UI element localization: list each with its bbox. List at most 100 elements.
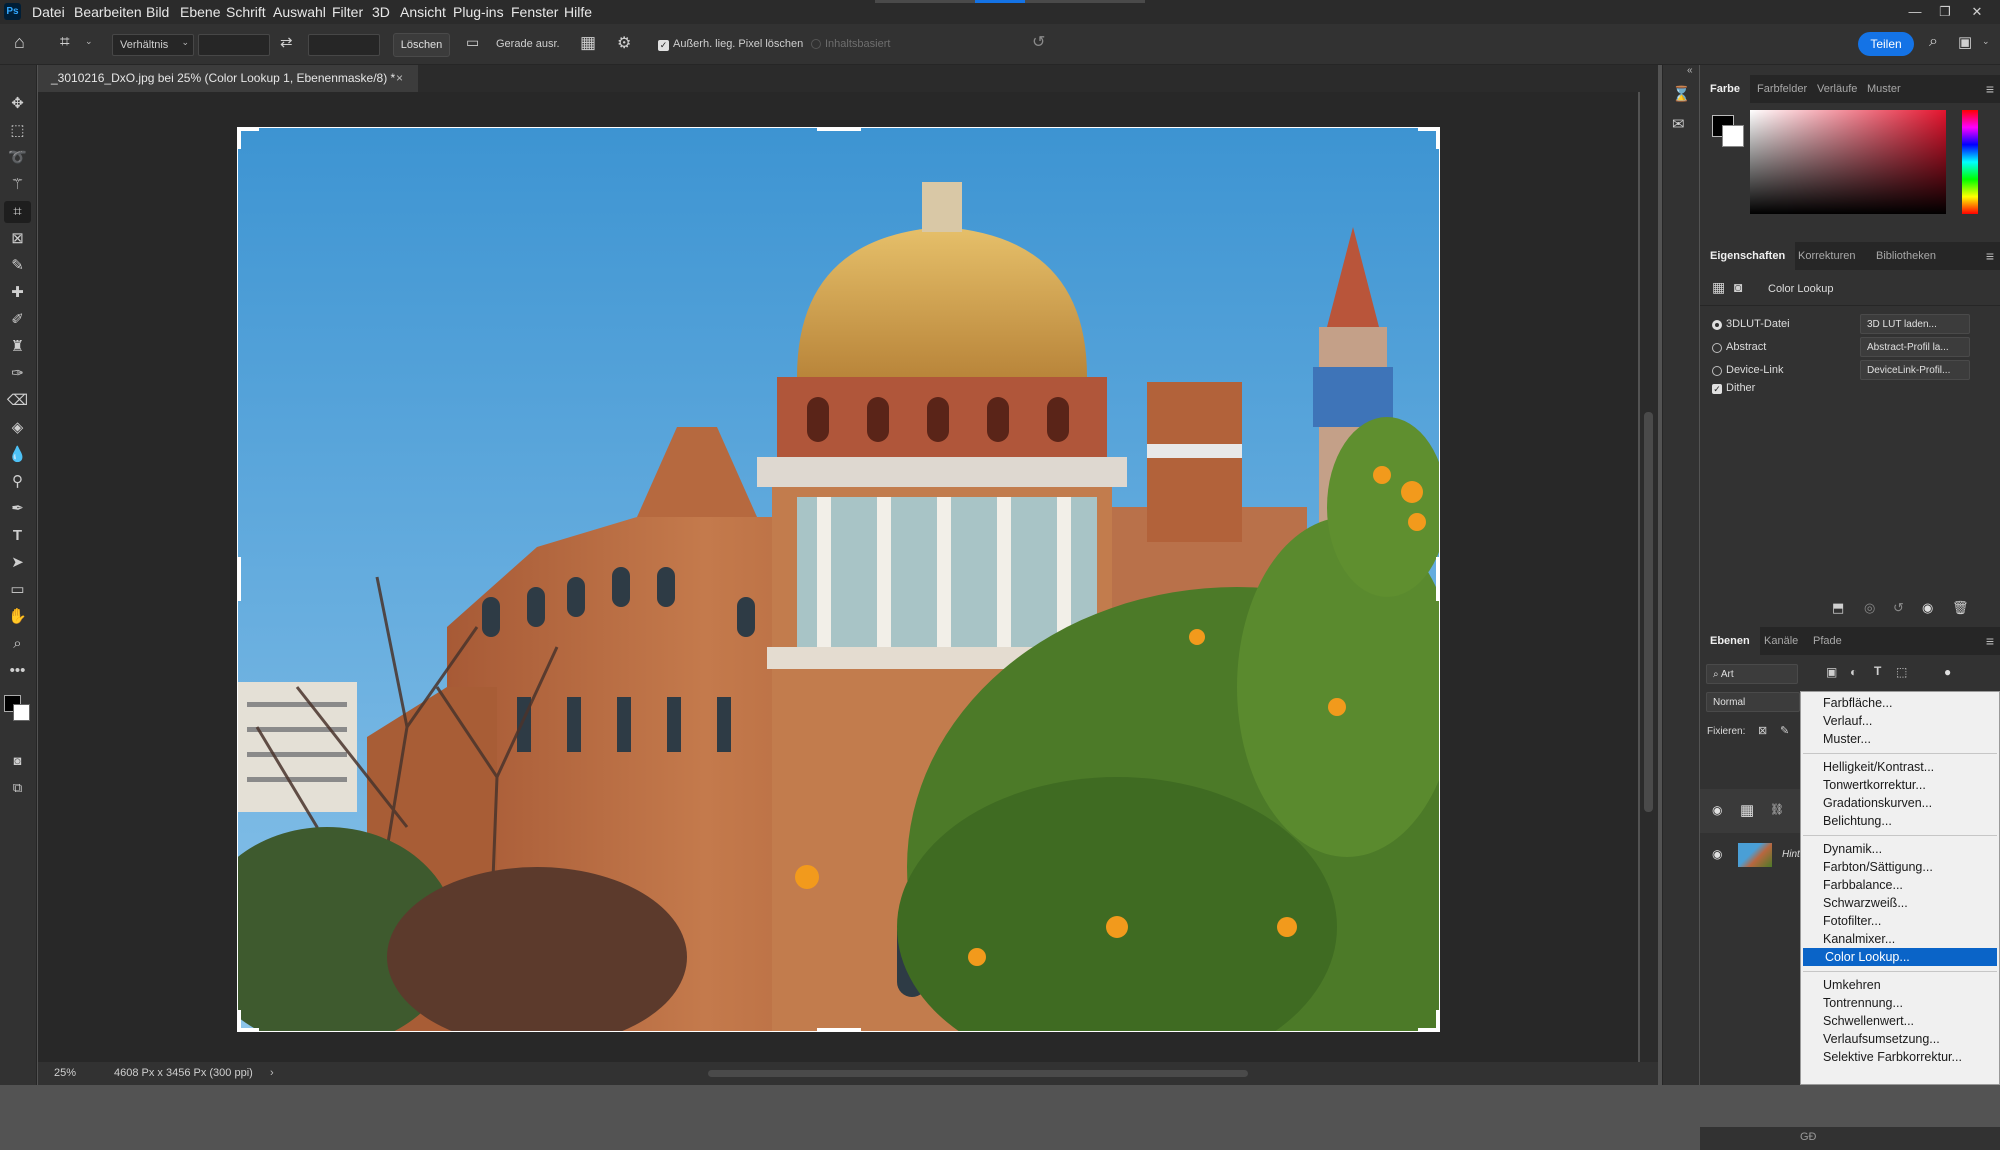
lock-brush-icon[interactable]: ✎ — [1780, 724, 1789, 737]
menu-item-muster[interactable]: Muster... — [1801, 730, 1997, 748]
crop-tool-icon[interactable]: ⌗ — [4, 201, 31, 223]
document-tab[interactable]: _3010216_DxO.jpg bei 25% (Color Lookup 1… — [38, 65, 418, 92]
menu-item-farbflaeche[interactable]: Farbfläche... — [1801, 694, 1997, 712]
height-input[interactable] — [308, 34, 380, 56]
clear-button[interactable]: Löschen — [393, 33, 450, 57]
menu-auswahl[interactable]: Auswahl — [273, 0, 326, 24]
marquee-tool-icon[interactable]: ⬚ — [4, 120, 31, 142]
tab-farbfelder[interactable]: Farbfelder — [1757, 75, 1807, 103]
menu-plugins[interactable]: Plug-ins — [453, 0, 504, 24]
menu-3d[interactable]: 3D — [372, 0, 390, 24]
gear-icon[interactable]: ⚙ — [617, 33, 631, 53]
panel-menu-icon[interactable]: ≡ — [1986, 248, 1994, 264]
minimize-icon[interactable]: — — [1900, 0, 1930, 24]
visibility-eye-icon[interactable]: ◉ — [1712, 847, 1728, 863]
menu-datei[interactable]: Datei — [32, 0, 65, 24]
type-tool-icon[interactable]: T — [4, 525, 31, 547]
chevron-down-icon[interactable]: ⌄ — [1982, 36, 1990, 47]
collapse-icon[interactable]: « — [1687, 65, 1693, 76]
healing-brush-icon[interactable]: ✚ — [4, 282, 31, 304]
blur-tool-icon[interactable]: 💧 — [4, 444, 31, 466]
search-icon[interactable]: ⌕ — [1929, 33, 1938, 51]
tab-eigenschaften[interactable]: Eigenschaften — [1700, 242, 1796, 270]
menu-bild[interactable]: Bild — [146, 0, 169, 24]
background-color-swatch[interactable] — [1722, 125, 1744, 147]
chevron-down-icon[interactable]: ⌄ — [85, 36, 93, 47]
comment-icon[interactable]: ✉ — [1672, 115, 1685, 133]
screen-mode-icon[interactable]: ⧉ — [4, 777, 31, 799]
menu-item-color-lookup[interactable]: Color Lookup... — [1803, 948, 1997, 966]
more-tools-icon[interactable]: ••• — [4, 660, 31, 682]
restore-icon[interactable]: ❐ — [1930, 0, 1960, 24]
panel-menu-icon[interactable]: ≡ — [1986, 633, 1994, 649]
menu-hilfe[interactable]: Hilfe — [564, 0, 592, 24]
brush-tool-icon[interactable]: ✐ — [4, 309, 31, 331]
color-field[interactable] — [1750, 110, 1946, 214]
workspace-icon[interactable]: ▣ — [1958, 33, 1972, 51]
ratio-select[interactable]: Verhältnis ⌄ — [112, 34, 194, 56]
menu-item-gradationskurven[interactable]: Gradationskurven... — [1801, 794, 1997, 812]
eyedropper-icon[interactable]: ✎ — [4, 255, 31, 277]
history-brush-icon[interactable]: ✑ — [4, 363, 31, 385]
close-tab-icon[interactable]: × — [396, 65, 403, 92]
tab-kanaele[interactable]: Kanäle — [1764, 627, 1798, 655]
eraser-icon[interactable]: ⌫ — [4, 390, 31, 412]
crop-handle-left[interactable] — [237, 557, 241, 601]
tab-bibliotheken[interactable]: Bibliotheken — [1876, 242, 1936, 270]
menu-item-belichtung[interactable]: Belichtung... — [1801, 812, 1997, 830]
horizontal-scrollbar[interactable] — [708, 1070, 1248, 1077]
hue-slider[interactable] — [1962, 110, 1978, 214]
visibility-eye-icon[interactable]: ◉ — [1712, 803, 1728, 819]
home-icon[interactable]: ⌂ — [14, 32, 25, 53]
width-input[interactable] — [198, 34, 270, 56]
radio-3dlut[interactable] — [1712, 320, 1722, 330]
zoom-tool-icon[interactable]: ⌕ — [4, 633, 31, 655]
crop-tool-icon[interactable]: ⌗ — [60, 32, 70, 52]
path-selection-icon[interactable]: ➤ — [4, 552, 31, 574]
menu-item-kanalmixer[interactable]: Kanalmixer... — [1801, 930, 1997, 948]
reset-icon[interactable]: ↺ — [1032, 32, 1045, 52]
menu-item-umkehren[interactable]: Umkehren — [1801, 976, 1997, 994]
dodge-tool-icon[interactable]: ⚲ — [4, 471, 31, 493]
filter-toggle-icon[interactable]: ● — [1944, 665, 1951, 679]
tab-pfade[interactable]: Pfade — [1813, 627, 1842, 655]
link-icon[interactable]: ⛓ — [1770, 803, 1784, 816]
crop-frame[interactable] — [237, 127, 1440, 1032]
filter-type-icon[interactable]: T — [1874, 664, 1881, 678]
menu-item-fotofilter[interactable]: Fotofilter... — [1801, 912, 1997, 930]
filter-shape-icon[interactable]: ⬚ — [1896, 665, 1907, 679]
layer-filter-select[interactable]: ⌕ Art — [1706, 664, 1798, 684]
radio-abstract[interactable] — [1712, 343, 1722, 353]
menu-ebene[interactable]: Ebene — [180, 0, 220, 24]
menu-item-tonwertkorrektur[interactable]: Tonwertkorrektur... — [1801, 776, 1997, 794]
move-tool-icon[interactable]: ✥ — [4, 93, 31, 115]
menu-item-verlaufsumsetzung[interactable]: Verlaufsumsetzung... — [1801, 1030, 1997, 1048]
swap-icon[interactable]: ⇄ — [280, 33, 293, 51]
paint-bucket-icon[interactable]: ◈ — [4, 417, 31, 439]
menu-item-farbbalance[interactable]: Farbbalance... — [1801, 876, 1997, 894]
menu-item-helligkeit-kontrast[interactable]: Helligkeit/Kontrast... — [1801, 758, 1997, 776]
tab-ebenen[interactable]: Ebenen — [1700, 627, 1760, 655]
share-button[interactable]: Teilen — [1858, 32, 1914, 56]
straighten-button[interactable]: Gerade ausr. — [496, 34, 560, 54]
lock-pixels-icon[interactable]: ⊠ — [1758, 724, 1767, 737]
link-layers-icon[interactable]: GÐ — [1800, 1131, 1817, 1143]
crop-handle-top-right-v[interactable] — [1436, 127, 1440, 149]
view-previous-icon[interactable]: ◎ — [1864, 600, 1875, 616]
scrollbar-thumb[interactable] — [1644, 412, 1653, 812]
select-abstract[interactable]: Abstract-Profil la... — [1860, 337, 1970, 357]
crop-handle-top[interactable] — [817, 127, 861, 131]
tab-farbe[interactable]: Farbe — [1700, 75, 1750, 103]
vertical-scrollbar[interactable] — [1640, 92, 1658, 1062]
menu-fenster[interactable]: Fenster — [511, 0, 558, 24]
frame-tool-icon[interactable]: ⊠ — [4, 228, 31, 250]
crop-handle-bottom-left-v[interactable] — [237, 1010, 241, 1032]
background-color-swatch[interactable] — [13, 704, 30, 721]
menu-item-farbton-saettigung[interactable]: Farbton/Sättigung... — [1801, 858, 1997, 876]
close-icon[interactable]: ✕ — [1962, 0, 1992, 24]
stamp-tool-icon[interactable]: ♜ — [4, 336, 31, 358]
history-icon[interactable]: ⌛ — [1672, 85, 1691, 103]
menu-item-verlauf[interactable]: Verlauf... — [1801, 712, 1997, 730]
menu-item-tontrennung[interactable]: Tontrennung... — [1801, 994, 1997, 1012]
menu-filter[interactable]: Filter — [332, 0, 363, 24]
